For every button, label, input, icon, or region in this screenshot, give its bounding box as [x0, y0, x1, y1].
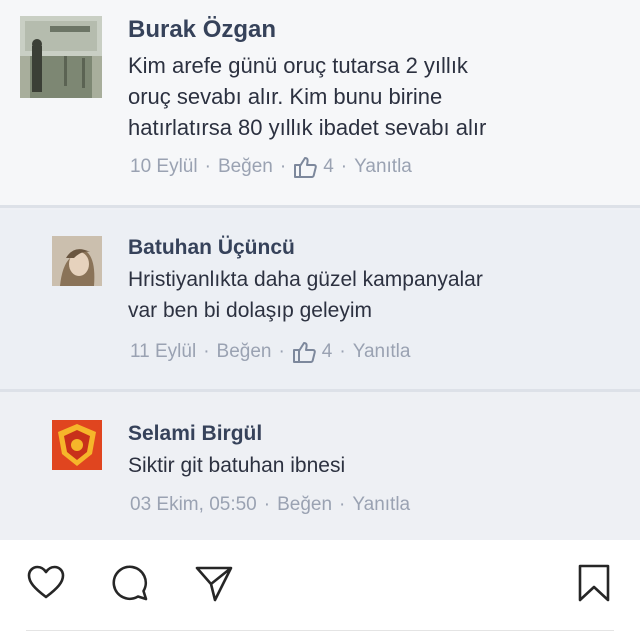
comment-line: Hristiyanlıkta daha güzel kampanyalar: [128, 268, 483, 291]
comment-meta: 11 Eylül · Beğen · 4 · Yanıtla: [130, 341, 410, 363]
like-link[interactable]: Beğen: [277, 494, 332, 516]
comment-meta: 03 Ekim, 05:50 · Beğen · Yanıtla: [130, 494, 410, 516]
comment-meta: 10 Eylül · Beğen · 4 · Yanıtla: [130, 156, 412, 178]
comment-icon[interactable]: [110, 563, 150, 603]
like-count[interactable]: 4: [322, 341, 333, 363]
meta-separator: ·: [279, 156, 287, 177]
comment-screenshot: Burak Özgan Kim arefe günü oruç tutarsa …: [0, 0, 640, 540]
like-link[interactable]: Beğen: [217, 341, 272, 363]
meta-separator: ·: [340, 156, 348, 177]
reply-link[interactable]: Yanıtla: [354, 156, 412, 178]
like-link[interactable]: Beğen: [218, 156, 273, 178]
action-bar-divider: [26, 630, 614, 631]
avatar-batuhan[interactable]: [52, 236, 102, 286]
thumbs-up-icon: [293, 156, 317, 178]
share-icon[interactable]: [194, 563, 234, 603]
avatar-burak[interactable]: [20, 16, 102, 98]
comment-date[interactable]: 10 Eylül: [130, 156, 198, 178]
comment-line: hatırlatırsa 80 yıllık ibadet sevabı alı…: [128, 115, 487, 140]
comment-line: Kim arefe günü oruç tutarsa 2 yıllık: [128, 53, 468, 78]
heart-icon[interactable]: [26, 563, 66, 603]
meta-separator: ·: [204, 156, 211, 177]
comment-author[interactable]: Selami Birgül: [128, 422, 262, 446]
comment-line: Siktir git batuhan ibnesi: [128, 454, 346, 477]
meta-separator: ·: [339, 494, 346, 515]
comment-line: var ben bi dolaşıp geleyim: [128, 299, 372, 322]
comment-author[interactable]: Batuhan Üçüncü: [128, 236, 295, 260]
comment-date[interactable]: 03 Ekim, 05:50: [130, 494, 257, 516]
meta-separator: ·: [339, 341, 346, 362]
meta-separator: ·: [263, 494, 271, 515]
comment-text: Hristiyanlıkta daha güzel kampanyalar va…: [128, 264, 638, 326]
meta-separator: ·: [203, 341, 210, 362]
reply-link[interactable]: Yanıtla: [352, 494, 410, 516]
comment-text: Kim arefe günü oruç tutarsa 2 yıllık oru…: [128, 50, 638, 143]
comment-date[interactable]: 11 Eylül: [130, 341, 196, 363]
comment-text: Siktir git batuhan ibnesi: [128, 450, 628, 481]
thumbs-up-icon: [292, 341, 316, 363]
reply-link[interactable]: Yanıtla: [353, 341, 411, 363]
meta-separator: ·: [278, 341, 285, 362]
post-action-bar: [0, 540, 640, 640]
comment-author[interactable]: Burak Özgan: [128, 16, 276, 44]
avatar-selami[interactable]: [52, 420, 102, 470]
comment-divider: [0, 205, 640, 208]
like-count[interactable]: 4: [323, 156, 334, 178]
comment-line: oruç sevabı alır. Kim bunu birine: [128, 84, 443, 109]
bookmark-icon[interactable]: [574, 563, 614, 603]
